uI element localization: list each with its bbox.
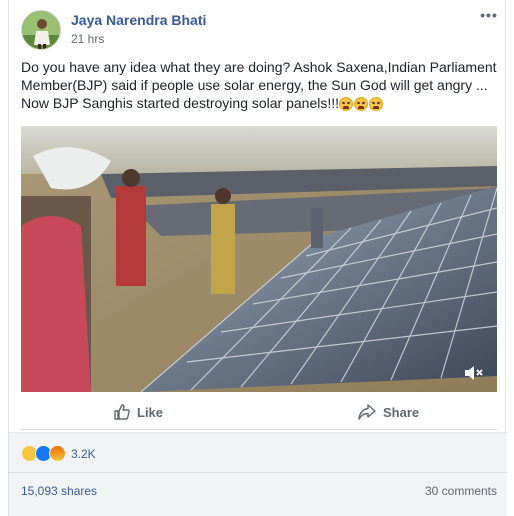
post-text: Do you have any idea what they are doing… [21,59,497,111]
tired-face-emoji [354,97,369,111]
stats-bar: 15,093 shares 30 comments [9,472,507,516]
share-arrow-icon [358,404,376,420]
author-avatar[interactable] [21,10,61,50]
reaction-count[interactable]: 3.2K [71,447,96,461]
share-label: Share [383,404,420,420]
post-timestamp[interactable]: 21 hrs [71,32,104,46]
comments-count[interactable]: 30 comments [425,484,497,498]
reaction-summary[interactable]: 3.2K [21,445,96,462]
reactions-bar: 3.2K [9,432,507,472]
post-text-container: Do you have any idea what they are doing… [21,58,497,115]
like-button[interactable]: Like [113,400,163,424]
shares-count[interactable]: 15,093 shares [21,484,97,498]
like-label: Like [137,404,164,420]
post-actions: Like Share [21,396,497,430]
video-player[interactable] [21,126,497,392]
post-header: Jaya Narendra Bhati 21 hrs ••• [21,8,501,52]
share-button[interactable]: Share [357,400,419,424]
tired-face-emojis [339,97,384,115]
video-frame [21,126,497,392]
ellipsis-icon[interactable]: ••• [479,8,499,24]
tired-face-emoji [339,97,354,111]
author-name[interactable]: Jaya Narendra Bhati [71,12,206,28]
thumbs-up-icon [114,404,130,420]
tired-face-emoji [369,97,384,111]
speaker-muted-icon[interactable] [463,364,485,382]
facebook-post: Jaya Narendra Bhati 21 hrs ••• Do you ha… [8,0,507,516]
angry-reaction-icon [49,445,66,462]
